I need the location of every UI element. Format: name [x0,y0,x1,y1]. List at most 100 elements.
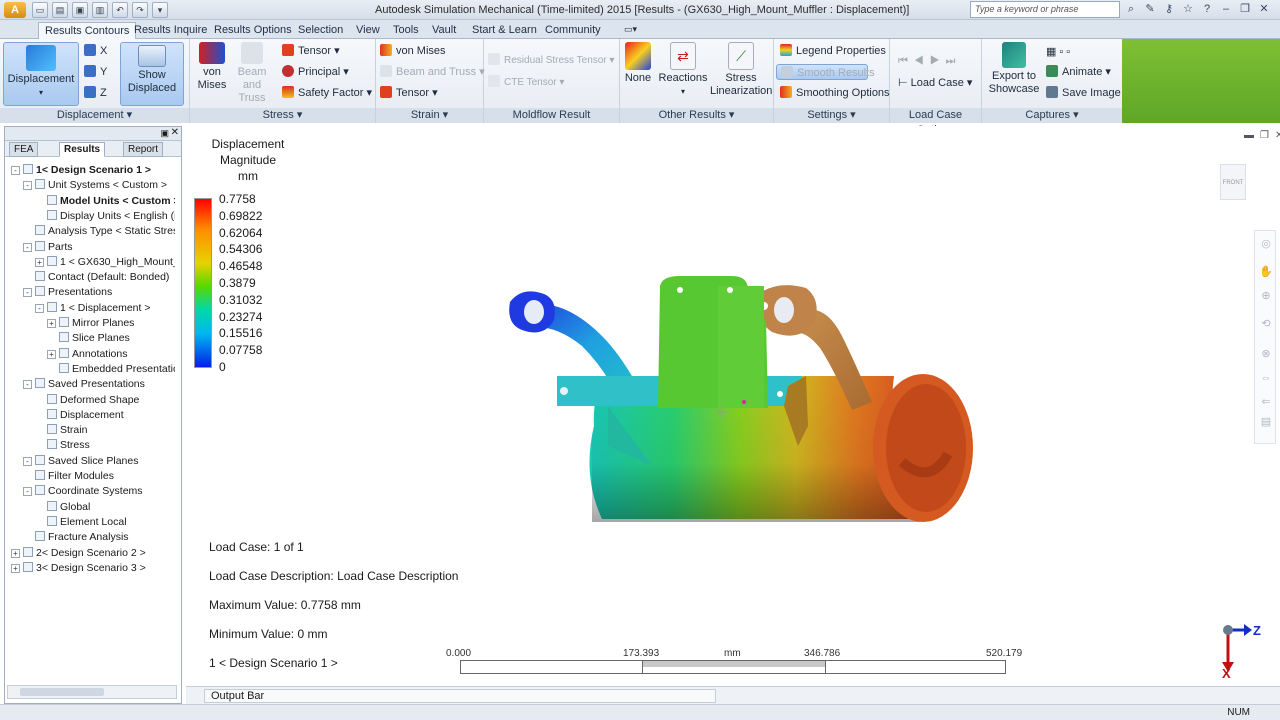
star-icon[interactable]: ☆ [1181,2,1195,16]
open-folder-icon[interactable]: ▤ [52,2,68,18]
stress-tensor-button[interactable]: Tensor ▾ [282,43,340,59]
settings-panel-label[interactable]: Settings ▾ [774,108,889,123]
smoothing-options-button[interactable]: Smoothing Options [780,85,890,101]
reactions-button[interactable]: ⇄ Reactions ▾ [658,42,708,98]
displacement-button[interactable]: Displacement ▾ [3,42,79,106]
tree-node[interactable]: 3< Design Scenario 3 > [23,561,175,576]
capture-tools-icons[interactable]: ▦▫▫ [1046,44,1073,60]
save-icon[interactable]: ▣ [72,2,88,18]
show-displaced-button[interactable]: Show Displaced [120,42,184,106]
browser-tab-results[interactable]: Results [59,142,106,157]
smooth-results-button[interactable]: Smooth Results [776,64,875,80]
tab-overflow-icon[interactable]: ▭▾ [618,22,643,39]
browser-tab-report[interactable]: Report [123,142,164,157]
tree-node[interactable]: Stress [47,438,175,453]
qat-dropdown-icon[interactable]: ▾ [152,2,168,18]
residual-stress-button[interactable]: Residual Stress Tensor ▾ [488,53,614,69]
tree-node[interactable]: Display Units < English (i [47,209,175,224]
tree-node[interactable]: Analysis Type < Static Stress [35,224,175,239]
tree-node[interactable]: Saved Presentations [35,377,175,392]
tree-node[interactable]: Displacement [47,408,175,423]
viewcube[interactable]: FRONT [1220,164,1246,200]
stress-linearization-button[interactable]: ⟋ Stress Linearization [710,42,772,98]
tab-vault[interactable]: Vault [426,22,462,39]
new-file-icon[interactable]: ▭ [32,2,48,18]
previous-view-icon[interactable]: ⇐ [1259,395,1273,409]
tab-results-inquire[interactable]: Results Inquire [128,22,213,39]
displacement-y-button[interactable]: Y [84,64,107,80]
tree-node[interactable]: Global [47,500,175,515]
scrollbar-thumb[interactable] [20,688,104,696]
pin-icon[interactable]: ▣ [160,128,169,139]
tree-node[interactable]: 2< Design Scenario 2 > [23,546,175,561]
tree-expander[interactable]: + [35,257,44,267]
tree-node[interactable]: Strain [47,423,175,438]
key-icon[interactable]: ⚷ [1162,2,1176,16]
tree-expander[interactable]: - [23,456,32,466]
zoom-icon[interactable]: ⊕ [1259,289,1273,303]
tree-node[interactable]: Unit Systems < Custom > [35,178,175,193]
displacement-x-button[interactable]: X [84,43,107,59]
tree-node[interactable]: Mirror Planes [59,316,175,331]
viewport-close-icon[interactable]: ✕ [1275,130,1280,141]
tree-expander[interactable]: + [11,563,20,573]
other-results-panel-label[interactable]: Other Results ▾ [620,108,773,123]
nav-options-icon[interactable]: ▤ [1259,415,1273,429]
tab-selection[interactable]: Selection [292,22,349,39]
tree-node[interactable]: Presentations [35,285,175,300]
tree-node[interactable]: Model Units < Custom > [47,194,175,209]
tree-node[interactable]: 1< Design Scenario 1 > [23,163,175,178]
undo-icon[interactable]: ↶ [112,2,128,18]
safety-factor-button[interactable]: Safety Factor ▾ [282,85,372,101]
stress-beam-truss-button[interactable]: Beam and Truss [230,42,274,105]
tree-expander[interactable]: - [23,181,32,191]
redo-icon[interactable]: ↷ [132,2,148,18]
tree-node[interactable]: Element Local [47,515,175,530]
load-case-nav-buttons[interactable]: ⏮◀▶⏭ [898,53,961,69]
none-button[interactable]: None [622,42,654,85]
help-icon[interactable]: ? [1200,2,1214,16]
legend-properties-button[interactable]: Legend Properties [780,43,886,59]
muffler-model[interactable] [502,276,982,526]
pan-icon[interactable]: ✋ [1259,265,1273,279]
tree-expander[interactable]: - [11,166,20,175]
browser-horizontal-scrollbar[interactable] [7,685,177,699]
tab-tools[interactable]: Tools [387,22,425,39]
tree-node[interactable]: Slice Planes [59,331,175,346]
load-case-button[interactable]: ⊢ Load Case ▾ [898,75,972,91]
tree-node[interactable]: Fracture Analysis [35,530,175,545]
results-viewport[interactable]: ▬ ❐ ✕ Displacement Magnitude mm 0.7758 0.… [186,126,1280,686]
browser-close-icon[interactable]: ✕ [171,127,179,138]
tree-node[interactable]: Filter Modules [35,469,175,484]
tree-node[interactable]: Deformed Shape [47,393,175,408]
displacement-z-button[interactable]: Z [84,85,107,101]
tree-node[interactable]: Embedded Presentatio [59,362,175,377]
tree-expander[interactable]: - [23,288,32,298]
tree-expander[interactable]: - [23,487,32,497]
tree-expander[interactable]: + [11,548,20,558]
tree-node[interactable]: Saved Slice Planes [35,454,175,469]
tree-expander[interactable]: - [23,242,32,252]
wrench-icon[interactable]: ✎ [1143,2,1157,16]
tree-node[interactable]: Coordinate Systems [35,484,175,499]
restore-icon[interactable]: ❐ [1238,2,1252,16]
steering-wheel-icon[interactable]: ◎ [1259,237,1273,251]
tree-node[interactable]: Parts [35,240,175,255]
tab-view[interactable]: View [350,22,386,39]
tree-expander[interactable]: - [35,303,44,313]
output-bar-tab[interactable]: Output Bar [204,689,716,703]
orbit-icon[interactable]: ⟲ [1259,317,1273,331]
stress-von-mises-button[interactable]: von Mises [192,42,232,92]
print-icon[interactable]: ▥ [92,2,108,18]
tab-start-learn[interactable]: Start & Learn [466,22,543,39]
tree-expander[interactable]: + [47,349,56,359]
cte-tensor-button[interactable]: CTE Tensor ▾ [488,75,564,91]
strain-tensor-button[interactable]: Tensor ▾ [380,85,438,101]
close-icon[interactable]: ✕ [1257,2,1271,16]
zoom-extents-icon[interactable]: ⇔ [1259,371,1273,385]
animate-button[interactable]: Animate ▾ [1046,64,1111,80]
minimize-icon[interactable]: – [1219,2,1233,16]
tree-expander[interactable]: - [23,380,32,390]
search-input[interactable]: Type a keyword or phrase [970,1,1120,18]
binoculars-icon[interactable]: ⌕ [1124,2,1138,16]
